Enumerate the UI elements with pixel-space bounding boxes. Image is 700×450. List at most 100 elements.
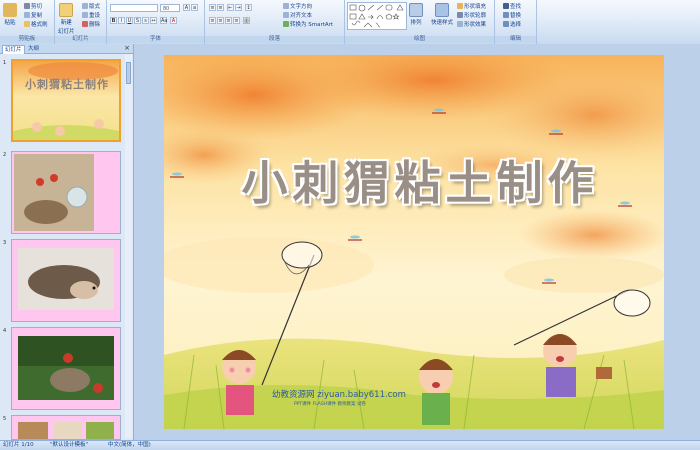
- slide-number: 3: [3, 240, 7, 246]
- thumbnail-1-title: 小刺猬粘土制作: [25, 78, 109, 91]
- text-direction-icon: [283, 3, 289, 9]
- shape-effects-icon: [457, 21, 463, 27]
- quick-styles-button[interactable]: 快速样式: [431, 3, 453, 26]
- shape-fill-icon: [457, 3, 463, 9]
- increase-indent-icon[interactable]: ⇥: [235, 4, 242, 11]
- shape-fill-button[interactable]: 形状填充: [457, 2, 486, 10]
- panel-tabs: 幻灯片 大纲 ×: [0, 44, 133, 54]
- slide-thumbnail-5[interactable]: [11, 415, 121, 440]
- slide-number: 2: [3, 152, 7, 158]
- shapes-gallery[interactable]: [347, 2, 407, 30]
- replace-button[interactable]: 替换: [503, 11, 521, 19]
- cut-label: 剪切: [31, 4, 43, 10]
- clipboard-group: 粘贴 剪切 复制 格式刷 剪贴板: [0, 0, 55, 44]
- slide-number: 4: [3, 328, 7, 334]
- line-spacing-icon[interactable]: ↕: [245, 4, 252, 11]
- slide-thumbnail-1[interactable]: 小刺猬粘土制作: [11, 59, 121, 142]
- shape-fill-label: 形状填充: [464, 4, 487, 10]
- slide-thumbnail-4[interactable]: [11, 327, 121, 410]
- shape-effects-button[interactable]: 形状效果: [457, 20, 486, 28]
- decrease-indent-icon[interactable]: ⇤: [227, 4, 234, 11]
- slides-label: 幻灯片: [55, 36, 106, 43]
- text-direction-button[interactable]: 文字方向: [283, 2, 312, 10]
- tab-outline[interactable]: 大纲: [26, 45, 41, 53]
- format-painter-button[interactable]: 格式刷: [24, 20, 48, 28]
- delete-label: 删除: [89, 22, 101, 28]
- align-center-icon[interactable]: ≡: [217, 17, 224, 24]
- font-color-icon[interactable]: A: [170, 17, 177, 24]
- new-slide-label: 新建: [60, 20, 72, 26]
- watermark-main: 幼教资源网 ziyuan.baby611.com: [272, 390, 406, 400]
- select-icon: [503, 21, 509, 27]
- find-button[interactable]: 查找: [503, 2, 521, 10]
- slide-thumbnail-2[interactable]: [11, 151, 121, 234]
- select-label: 选择: [510, 22, 522, 28]
- slides-group: 新建 幻灯片 版式 重设 删除 幻灯片: [55, 0, 107, 44]
- slide-thumbnail-3[interactable]: [11, 239, 121, 322]
- bullets-icon[interactable]: ≡: [209, 4, 216, 11]
- close-icon[interactable]: ×: [124, 44, 130, 53]
- bold-icon[interactable]: B: [110, 17, 117, 24]
- smartart-button[interactable]: 转换为 SmartArt: [283, 20, 333, 28]
- numbering-icon[interactable]: ≡: [217, 4, 224, 11]
- paste-label: 粘贴: [4, 20, 16, 26]
- layout-icon: [82, 3, 88, 9]
- arrange-button[interactable]: 排列: [409, 3, 423, 26]
- italic-icon[interactable]: I: [118, 17, 125, 24]
- reset-label: 重设: [89, 13, 101, 19]
- editing-label: 编辑: [495, 36, 536, 43]
- spacing-icon[interactable]: ↔: [150, 17, 157, 24]
- shadow-icon[interactable]: s: [142, 17, 149, 24]
- align-right-icon[interactable]: ≡: [225, 17, 232, 24]
- justify-icon[interactable]: ≡: [233, 17, 240, 24]
- slide-number: 5: [3, 416, 7, 422]
- copy-icon: [24, 12, 30, 18]
- text-direction-label: 文字方向: [290, 4, 313, 10]
- font-name-field[interactable]: [110, 4, 158, 12]
- paste-button[interactable]: 粘贴: [3, 3, 17, 26]
- align-left-icon[interactable]: ≡: [209, 17, 216, 24]
- delete-button[interactable]: 删除: [82, 20, 100, 28]
- thumbnail-5-image: [18, 422, 114, 439]
- cut-button[interactable]: 剪切: [24, 2, 42, 10]
- new-slide-icon: [59, 3, 74, 17]
- underline-icon[interactable]: U: [126, 17, 133, 24]
- select-button[interactable]: 选择: [503, 20, 521, 28]
- change-case-icon[interactable]: Aa: [160, 17, 167, 24]
- slide-number: 1: [3, 60, 7, 66]
- slide-title[interactable]: 小刺猬粘土制作: [210, 147, 630, 213]
- paragraph-label: 段落: [205, 36, 344, 43]
- ribbon: 粘贴 剪切 复制 格式刷 剪贴板 新建 幻灯片 版式 重设 删除 幻灯片 80 …: [0, 0, 700, 45]
- smartart-icon: [283, 21, 289, 27]
- layout-button[interactable]: 版式: [82, 2, 100, 10]
- panel-scrollbar[interactable]: [125, 54, 132, 438]
- scissors-icon: [24, 3, 30, 9]
- reset-button[interactable]: 重设: [82, 11, 100, 19]
- brush-icon: [24, 21, 30, 27]
- editing-group: 查找 替换 选择 编辑: [495, 0, 537, 44]
- new-slide-button[interactable]: 新建 幻灯片: [58, 3, 75, 35]
- tab-slides[interactable]: 幻灯片: [2, 45, 25, 54]
- shapes-gallery-icon: [349, 4, 404, 28]
- grow-font-icon[interactable]: A: [183, 4, 190, 11]
- align-text-button[interactable]: 对齐文本: [283, 11, 312, 19]
- new-slide-sub-label: 幻灯片: [58, 29, 75, 35]
- replace-icon: [503, 12, 509, 18]
- drawing-group: 排列 快速样式 形状填充 形状轮廓 形状效果 绘图: [345, 0, 495, 44]
- scrollbar-thumb[interactable]: [126, 62, 131, 84]
- current-slide[interactable]: 小刺猬粘土制作 幼教资源网 ziyuan.baby611.com PPT课件 F…: [164, 55, 664, 429]
- shrink-font-icon[interactable]: a: [191, 4, 198, 11]
- watermark-sub: PPT课件 FLASH课件 教师教案 试卷: [294, 402, 366, 407]
- strikethrough-icon[interactable]: S: [134, 17, 141, 24]
- font-size-field[interactable]: 80: [160, 4, 180, 12]
- columns-icon[interactable]: ▥: [243, 17, 250, 24]
- copy-button[interactable]: 复制: [24, 11, 42, 19]
- quick-styles-icon: [435, 3, 449, 17]
- font-label: 字体: [107, 36, 204, 43]
- reset-icon: [82, 12, 88, 18]
- drawing-label: 绘图: [345, 36, 494, 43]
- shape-outline-icon: [457, 12, 463, 18]
- shape-outline-button[interactable]: 形状轮廓: [457, 11, 486, 19]
- binoculars-icon: [503, 3, 509, 9]
- replace-label: 替换: [510, 13, 522, 19]
